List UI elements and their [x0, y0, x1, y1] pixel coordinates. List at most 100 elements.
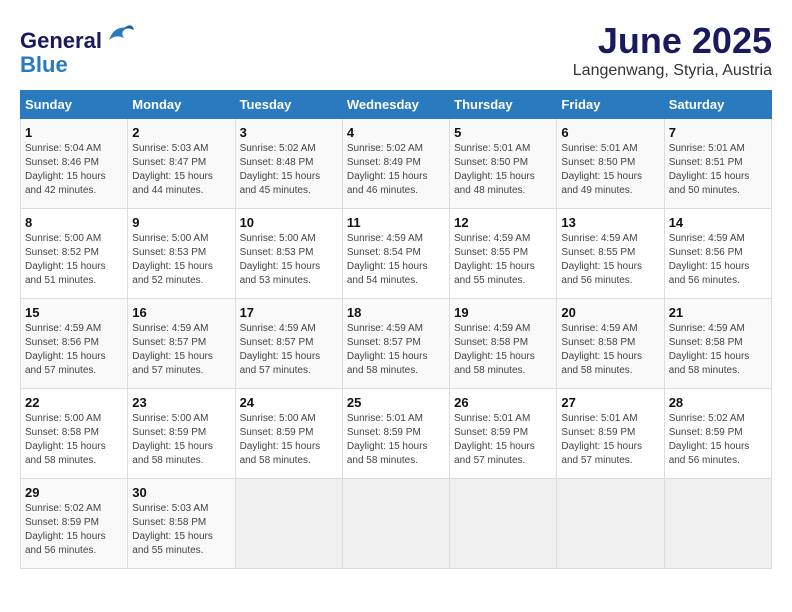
- day-number: 24: [240, 395, 338, 410]
- calendar-cell-5-7: [664, 479, 771, 569]
- header-wednesday: Wednesday: [342, 91, 449, 119]
- calendar-cell-3-6: 20 Sunrise: 4:59 AMSunset: 8:58 PMDaylig…: [557, 299, 664, 389]
- calendar-cell-1-2: 2 Sunrise: 5:03 AMSunset: 8:47 PMDayligh…: [128, 119, 235, 209]
- header-thursday: Thursday: [450, 91, 557, 119]
- day-number: 2: [132, 125, 230, 140]
- day-info: Sunrise: 5:04 AMSunset: 8:46 PMDaylight:…: [25, 142, 123, 198]
- day-info: Sunrise: 5:03 AMSunset: 8:58 PMDaylight:…: [132, 502, 230, 558]
- day-number: 16: [132, 305, 230, 320]
- day-info: Sunrise: 4:59 AMSunset: 8:57 PMDaylight:…: [132, 322, 230, 378]
- day-number: 17: [240, 305, 338, 320]
- day-info: Sunrise: 4:59 AMSunset: 8:58 PMDaylight:…: [561, 322, 659, 378]
- calendar-cell-2-2: 9 Sunrise: 5:00 AMSunset: 8:53 PMDayligh…: [128, 209, 235, 299]
- day-info: Sunrise: 5:01 AMSunset: 8:51 PMDaylight:…: [669, 142, 767, 198]
- day-number: 5: [454, 125, 552, 140]
- calendar-cell-2-3: 10 Sunrise: 5:00 AMSunset: 8:53 PMDaylig…: [235, 209, 342, 299]
- logo: General Blue: [20, 20, 134, 77]
- day-number: 14: [669, 215, 767, 230]
- calendar-row-5: 29 Sunrise: 5:02 AMSunset: 8:59 PMDaylig…: [21, 479, 772, 569]
- day-info: Sunrise: 4:59 AMSunset: 8:56 PMDaylight:…: [25, 322, 123, 378]
- calendar-cell-1-4: 4 Sunrise: 5:02 AMSunset: 8:49 PMDayligh…: [342, 119, 449, 209]
- day-info: Sunrise: 4:59 AMSunset: 8:55 PMDaylight:…: [561, 232, 659, 288]
- day-number: 7: [669, 125, 767, 140]
- calendar-row-4: 22 Sunrise: 5:00 AMSunset: 8:58 PMDaylig…: [21, 389, 772, 479]
- calendar-cell-2-4: 11 Sunrise: 4:59 AMSunset: 8:54 PMDaylig…: [342, 209, 449, 299]
- title-block: June 2025 Langenwang, Styria, Austria: [573, 20, 772, 80]
- calendar-cell-1-3: 3 Sunrise: 5:02 AMSunset: 8:48 PMDayligh…: [235, 119, 342, 209]
- day-number: 28: [669, 395, 767, 410]
- day-info: Sunrise: 5:00 AMSunset: 8:58 PMDaylight:…: [25, 412, 123, 468]
- calendar-cell-5-3: [235, 479, 342, 569]
- day-number: 11: [347, 215, 445, 230]
- calendar-cell-3-7: 21 Sunrise: 4:59 AMSunset: 8:58 PMDaylig…: [664, 299, 771, 389]
- calendar-row-3: 15 Sunrise: 4:59 AMSunset: 8:56 PMDaylig…: [21, 299, 772, 389]
- day-number: 21: [669, 305, 767, 320]
- day-number: 26: [454, 395, 552, 410]
- day-info: Sunrise: 4:59 AMSunset: 8:54 PMDaylight:…: [347, 232, 445, 288]
- calendar-cell-3-5: 19 Sunrise: 4:59 AMSunset: 8:58 PMDaylig…: [450, 299, 557, 389]
- header-sunday: Sunday: [21, 91, 128, 119]
- header-friday: Friday: [557, 91, 664, 119]
- day-info: Sunrise: 4:59 AMSunset: 8:58 PMDaylight:…: [669, 322, 767, 378]
- day-number: 1: [25, 125, 123, 140]
- day-info: Sunrise: 5:02 AMSunset: 8:59 PMDaylight:…: [25, 502, 123, 558]
- calendar-cell-1-5: 5 Sunrise: 5:01 AMSunset: 8:50 PMDayligh…: [450, 119, 557, 209]
- calendar-cell-2-7: 14 Sunrise: 4:59 AMSunset: 8:56 PMDaylig…: [664, 209, 771, 299]
- day-number: 13: [561, 215, 659, 230]
- day-info: Sunrise: 4:59 AMSunset: 8:55 PMDaylight:…: [454, 232, 552, 288]
- day-info: Sunrise: 5:00 AMSunset: 8:53 PMDaylight:…: [132, 232, 230, 288]
- calendar-cell-1-7: 7 Sunrise: 5:01 AMSunset: 8:51 PMDayligh…: [664, 119, 771, 209]
- calendar-cell-3-3: 17 Sunrise: 4:59 AMSunset: 8:57 PMDaylig…: [235, 299, 342, 389]
- day-number: 3: [240, 125, 338, 140]
- day-info: Sunrise: 5:01 AMSunset: 8:59 PMDaylight:…: [454, 412, 552, 468]
- calendar-cell-3-1: 15 Sunrise: 4:59 AMSunset: 8:56 PMDaylig…: [21, 299, 128, 389]
- calendar-cell-2-5: 12 Sunrise: 4:59 AMSunset: 8:55 PMDaylig…: [450, 209, 557, 299]
- calendar-cell-4-3: 24 Sunrise: 5:00 AMSunset: 8:59 PMDaylig…: [235, 389, 342, 479]
- day-number: 27: [561, 395, 659, 410]
- day-number: 4: [347, 125, 445, 140]
- month-title: June 2025: [573, 20, 772, 62]
- calendar-row-1: 1 Sunrise: 5:04 AMSunset: 8:46 PMDayligh…: [21, 119, 772, 209]
- calendar-cell-1-1: 1 Sunrise: 5:04 AMSunset: 8:46 PMDayligh…: [21, 119, 128, 209]
- header-monday: Monday: [128, 91, 235, 119]
- day-info: Sunrise: 5:01 AMSunset: 8:50 PMDaylight:…: [561, 142, 659, 198]
- calendar-cell-5-1: 29 Sunrise: 5:02 AMSunset: 8:59 PMDaylig…: [21, 479, 128, 569]
- logo-blue-text: Blue: [20, 53, 134, 77]
- day-number: 9: [132, 215, 230, 230]
- calendar-cell-1-6: 6 Sunrise: 5:01 AMSunset: 8:50 PMDayligh…: [557, 119, 664, 209]
- page-header: General Blue June 2025 Langenwang, Styri…: [20, 20, 772, 80]
- day-info: Sunrise: 4:59 AMSunset: 8:57 PMDaylight:…: [240, 322, 338, 378]
- header-tuesday: Tuesday: [235, 91, 342, 119]
- calendar-cell-5-4: [342, 479, 449, 569]
- day-info: Sunrise: 5:02 AMSunset: 8:59 PMDaylight:…: [669, 412, 767, 468]
- day-number: 10: [240, 215, 338, 230]
- day-number: 25: [347, 395, 445, 410]
- day-info: Sunrise: 5:00 AMSunset: 8:59 PMDaylight:…: [132, 412, 230, 468]
- day-number: 29: [25, 485, 123, 500]
- day-info: Sunrise: 5:01 AMSunset: 8:59 PMDaylight:…: [561, 412, 659, 468]
- header-saturday: Saturday: [664, 91, 771, 119]
- day-number: 12: [454, 215, 552, 230]
- day-number: 6: [561, 125, 659, 140]
- day-info: Sunrise: 5:01 AMSunset: 8:59 PMDaylight:…: [347, 412, 445, 468]
- calendar-cell-4-7: 28 Sunrise: 5:02 AMSunset: 8:59 PMDaylig…: [664, 389, 771, 479]
- day-info: Sunrise: 5:00 AMSunset: 8:53 PMDaylight:…: [240, 232, 338, 288]
- calendar-table: Sunday Monday Tuesday Wednesday Thursday…: [20, 90, 772, 569]
- calendar-cell-3-2: 16 Sunrise: 4:59 AMSunset: 8:57 PMDaylig…: [128, 299, 235, 389]
- day-number: 30: [132, 485, 230, 500]
- day-number: 15: [25, 305, 123, 320]
- calendar-cell-4-1: 22 Sunrise: 5:00 AMSunset: 8:58 PMDaylig…: [21, 389, 128, 479]
- day-number: 18: [347, 305, 445, 320]
- day-number: 20: [561, 305, 659, 320]
- calendar-cell-3-4: 18 Sunrise: 4:59 AMSunset: 8:57 PMDaylig…: [342, 299, 449, 389]
- calendar-cell-4-5: 26 Sunrise: 5:01 AMSunset: 8:59 PMDaylig…: [450, 389, 557, 479]
- calendar-cell-4-6: 27 Sunrise: 5:01 AMSunset: 8:59 PMDaylig…: [557, 389, 664, 479]
- day-info: Sunrise: 4:59 AMSunset: 8:56 PMDaylight:…: [669, 232, 767, 288]
- location-title: Langenwang, Styria, Austria: [573, 62, 772, 80]
- calendar-cell-2-1: 8 Sunrise: 5:00 AMSunset: 8:52 PMDayligh…: [21, 209, 128, 299]
- day-number: 8: [25, 215, 123, 230]
- day-info: Sunrise: 5:01 AMSunset: 8:50 PMDaylight:…: [454, 142, 552, 198]
- weekday-header-row: Sunday Monday Tuesday Wednesday Thursday…: [21, 91, 772, 119]
- day-info: Sunrise: 4:59 AMSunset: 8:58 PMDaylight:…: [454, 322, 552, 378]
- logo-bird-icon: [104, 20, 134, 48]
